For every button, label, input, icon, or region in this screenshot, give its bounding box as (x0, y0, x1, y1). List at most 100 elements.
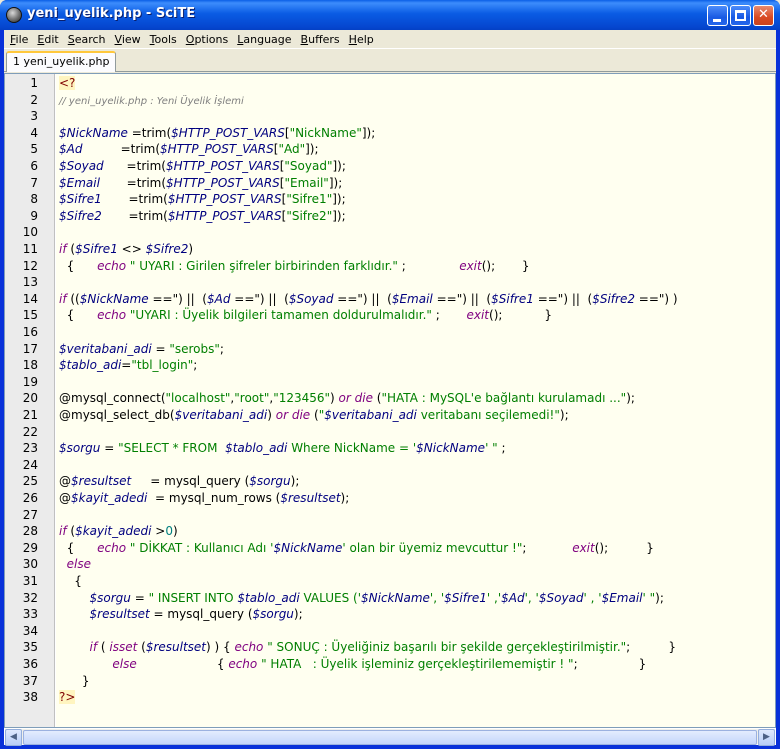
code-line[interactable]: $resultset = mysql_query ($sorgu); (59, 606, 303, 623)
code-line[interactable]: @mysql_connect("localhost","root","12345… (59, 390, 635, 407)
code-text-area[interactable]: <? // yeni_uyelik.php : Yeni Üyelik İşlem… (56, 74, 775, 727)
line-number[interactable]: 13 (23, 274, 38, 291)
horizontal-scrollbar[interactable]: ◀ ▶ (4, 728, 776, 746)
code-line[interactable]: $Ad =trim($HTTP_POST_VARS["Ad"]); (59, 141, 319, 158)
line-number[interactable]: 34 (23, 623, 38, 640)
line-number[interactable]: 2 (30, 92, 38, 109)
line-number[interactable]: 32 (23, 590, 38, 607)
editor-pane[interactable]: 1 2 3 4 5 6 7 8 9 10 11 12 13 14 15 16 17 18 19 20 21 22 23 24 2… (4, 73, 776, 728)
line-number[interactable]: 15 (23, 307, 38, 324)
scite-app-icon[interactable] (6, 7, 22, 23)
menu-tools[interactable]: Tools (146, 33, 181, 46)
code-line[interactable]: { echo "UYARI : Üyelik bilgileri tamamen… (59, 307, 552, 324)
line-number[interactable]: 14 (23, 291, 38, 308)
code-line[interactable]: $sorgu = " INSERT INTO $tablo_adi VALUES… (59, 590, 664, 607)
code-token: $sorgu (249, 474, 291, 489)
code-line[interactable]: ?> (59, 689, 76, 706)
line-number[interactable]: 21 (23, 407, 38, 424)
line-number[interactable]: 5 (30, 141, 38, 158)
line-number[interactable]: 26 (23, 490, 38, 507)
line-number[interactable]: 22 (23, 424, 38, 441)
code-line[interactable]: // yeni_uyelik.php : Yeni Üyelik İşlemi (59, 92, 244, 109)
line-number[interactable]: 24 (23, 457, 38, 474)
menu-accelerator: B (300, 32, 309, 46)
code-line[interactable]: $sorgu = "SELECT * FROM $tablo_adi Where… (59, 440, 506, 457)
line-number[interactable]: 17 (23, 341, 38, 358)
code-line[interactable]: @$resultset = mysql_query ($sorgu); (59, 473, 299, 490)
line-number[interactable]: 4 (30, 125, 38, 142)
menu-language[interactable]: Language (233, 33, 295, 46)
line-number[interactable]: 7 (30, 175, 38, 192)
line-number[interactable]: 16 (23, 324, 38, 341)
tab-yeni-uyelik[interactable]: 1 yeni_uyelik.php (6, 51, 117, 72)
code-line[interactable]: $tablo_adi="tbl_login"; (59, 357, 197, 374)
line-number[interactable]: 30 (23, 556, 38, 573)
line-number-margin[interactable]: 1 2 3 4 5 6 7 8 9 10 11 12 13 14 15 16 17 18 19 20 21 22 23 24 2… (5, 74, 55, 727)
line-number[interactable]: 27 (23, 507, 38, 524)
line-number[interactable]: 18 (23, 357, 38, 374)
code-token: $veritabani_adi (174, 408, 268, 422)
code-line[interactable]: { echo " UYARI : Girilen şifreler birbir… (59, 258, 530, 275)
code-line[interactable]: $Sifre1 =trim($HTTP_POST_VARS["Sifre1"])… (59, 191, 346, 208)
line-number[interactable]: 23 (23, 440, 38, 457)
code-line[interactable]: $Email =trim($HTTP_POST_VARS["Email"]); (59, 175, 342, 192)
code-line[interactable]: { (59, 573, 82, 590)
line-number[interactable]: 19 (23, 374, 38, 391)
line-number[interactable]: 29 (23, 540, 38, 557)
code-token: <? (59, 76, 76, 90)
code-line[interactable]: @$kayit_adedi = mysql_num_rows ($results… (59, 490, 349, 507)
code-line[interactable]: <? (59, 75, 76, 92)
line-number[interactable]: 33 (23, 606, 38, 623)
menu-buffers[interactable]: Buffers (297, 33, 344, 46)
code-token: ==") || ( (333, 291, 392, 306)
maximize-button[interactable] (730, 5, 751, 26)
line-number[interactable]: 10 (23, 224, 38, 241)
code-line[interactable]: if ($Sifre1 <> $Sifre2) (59, 241, 193, 258)
title-bar[interactable]: yeni_uyelik.php - SciTE ✕ (0, 0, 780, 30)
code-line[interactable]: $NickName =trim($HTTP_POST_VARS["NickNam… (59, 125, 375, 142)
code-line[interactable]: $Sifre2 =trim($HTTP_POST_VARS["Sifre2"])… (59, 208, 346, 225)
menu-view[interactable]: View (111, 33, 145, 46)
line-number[interactable]: 3 (30, 108, 38, 125)
line-number[interactable]: 38 (23, 689, 38, 706)
line-number[interactable]: 37 (23, 673, 38, 690)
scroll-left-button[interactable]: ◀ (5, 729, 22, 746)
code-line[interactable]: @mysql_select_db($veritabani_adi) or die… (59, 407, 569, 424)
line-number[interactable]: 8 (30, 191, 38, 208)
line-number[interactable]: 11 (23, 241, 38, 258)
menu-options[interactable]: Options (182, 33, 232, 46)
line-number[interactable]: 36 (23, 656, 38, 673)
code-line[interactable]: $veritabani_adi = "serobs"; (59, 341, 224, 358)
menu-help[interactable]: Help (345, 33, 378, 46)
code-token: $Sifre1 (444, 590, 487, 605)
code-line[interactable]: if ($kayit_adedi >0) (59, 523, 178, 540)
line-number[interactable]: 35 (23, 639, 38, 656)
line-number[interactable]: 20 (23, 390, 38, 407)
scroll-right-button[interactable]: ▶ (758, 729, 775, 746)
minimize-button[interactable] (707, 5, 728, 26)
menu-file[interactable]: File (6, 33, 32, 46)
line-number[interactable]: 28 (23, 523, 38, 540)
scroll-thumb[interactable] (23, 730, 757, 745)
code-line[interactable]: } (59, 673, 90, 690)
code-line[interactable]: { echo " DİKKAT : Kullanıcı Adı '$NickNa… (59, 540, 654, 557)
menu-search[interactable]: Search (64, 33, 110, 46)
line-number[interactable]: 1 (30, 75, 38, 92)
line-number[interactable]: 12 (23, 258, 38, 275)
line-number[interactable]: 31 (23, 573, 38, 590)
code-line[interactable]: else { echo " HATA : Üyelik işleminiz ge… (59, 656, 646, 673)
close-button[interactable]: ✕ (753, 5, 774, 26)
code-token: = (130, 590, 149, 605)
close-icon: ✕ (758, 7, 769, 22)
code-line[interactable]: if ( isset ($resultset) ) { echo " SONUÇ… (59, 639, 676, 656)
code-line[interactable]: $Soyad =trim($HTTP_POST_VARS["Soyad"]); (59, 158, 346, 175)
code-token: echo (97, 258, 127, 273)
line-number[interactable]: 25 (23, 473, 38, 490)
line-number[interactable]: 6 (30, 158, 38, 175)
code-line[interactable]: if (($NickName ==") || ($Ad ==") || ($So… (59, 291, 678, 308)
code-token: $NickName (79, 291, 149, 306)
code-token: "tbl_login" (131, 358, 194, 373)
code-line[interactable]: else (59, 556, 91, 573)
line-number[interactable]: 9 (30, 208, 38, 225)
menu-edit[interactable]: Edit (33, 33, 62, 46)
